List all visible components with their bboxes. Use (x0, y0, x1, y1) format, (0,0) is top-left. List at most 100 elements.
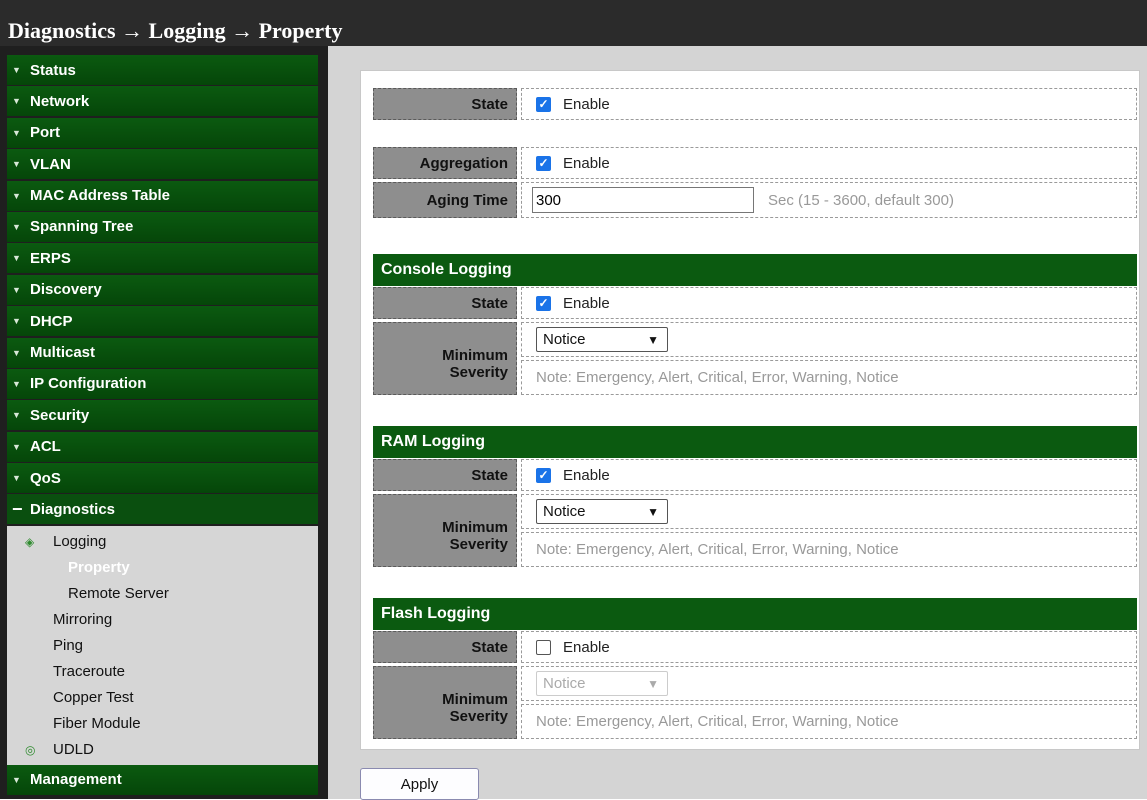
title-bar: Diagnostics → Logging → Property (0, 0, 1147, 46)
state-field: ✓ Enable (521, 88, 1137, 120)
sidebar-subitem-copper-test[interactable]: Copper Test (7, 685, 318, 711)
flash-state-row: State Enable (373, 631, 1137, 663)
chevron-down-icon: ▼ (12, 65, 21, 75)
ram-state-checkbox[interactable]: ✓ (536, 467, 551, 483)
ram-state-row: State ✓ Enable (373, 459, 1137, 491)
collapse-icon: − (12, 498, 23, 519)
aging-time-row: Aging Time Sec (15 - 3600, default 300) (373, 182, 1137, 218)
ram-logging-header: RAM Logging (373, 426, 1137, 458)
page-breadcrumb: Diagnostics → Logging → Property (8, 18, 343, 43)
chevron-down-icon: ▼ (12, 316, 21, 327)
sidebar-item-management[interactable]: ▼ Management (7, 764, 318, 795)
chevron-down-icon: ▼ (647, 504, 659, 519)
chevron-down-icon: ▼ (12, 159, 21, 170)
ram-state-label: State (373, 459, 517, 491)
chevron-down-icon: ▼ (12, 190, 21, 201)
sidebar-item-diagnostics[interactable]: − Diagnostics (7, 494, 318, 525)
chevron-down-icon: ▼ (12, 774, 21, 785)
console-state-field: ✓ Enable (521, 287, 1137, 319)
ram-enable-label: Enable (563, 466, 610, 484)
chevron-down-icon: ▼ (12, 127, 21, 138)
sidebar-subitem-ping[interactable]: Ping (7, 633, 318, 659)
console-enable-label: Enable (563, 294, 610, 312)
flash-state-checkbox[interactable] (536, 639, 551, 655)
chevron-down-icon: ▼ (12, 253, 21, 264)
sidebar-item-mac-address-table[interactable]: ▼ MAC Address Table (7, 180, 318, 211)
flash-state-field: Enable (521, 631, 1137, 663)
sidebar-subitem-traceroute[interactable]: Traceroute (7, 659, 318, 685)
sidebar-item-network[interactable]: ▼ Network (7, 86, 318, 117)
sidebar-item-acl[interactable]: ▼ ACL (7, 431, 318, 462)
main-content: State ✓ Enable Aggregation ✓ Enable Agin… (328, 46, 1147, 800)
aggregation-enable-label: Enable (563, 154, 610, 172)
aggregation-checkbox[interactable]: ✓ (536, 155, 551, 171)
sidebar-item-security[interactable]: ▼ Security (7, 400, 318, 431)
console-severity-row: Minimum Severity Notice ▼ Note: Emergenc… (373, 322, 1137, 395)
diagnostics-submenu: ◈ Logging Property Remote Server Mirrorin… (7, 525, 318, 765)
sidebar-item-spanning-tree[interactable]: ▼ Spanning Tree (7, 211, 318, 242)
aging-time-hint: Sec (15 - 3600, default 300) (768, 191, 954, 209)
folder-closed-icon: ◎ (25, 742, 36, 757)
chevron-down-icon: ▼ (12, 410, 21, 421)
sidebar-item-qos[interactable]: ▼ QoS (7, 463, 318, 494)
flash-logging-header: Flash Logging (373, 598, 1137, 630)
sidebar-item-discovery[interactable]: ▼ Discovery (7, 274, 318, 305)
sidebar-menu: ▼ Status ▼ Network ▼ Port ▼ VLAN ▼ MAC Addres… (7, 55, 318, 796)
chevron-down-icon: ▼ (12, 96, 21, 107)
state-checkbox[interactable]: ✓ (536, 96, 551, 112)
sidebar-subitem-mirroring[interactable]: Mirroring (7, 607, 318, 633)
console-logging-header: Console Logging (373, 254, 1137, 286)
sidebar-subitem-remote-server[interactable]: Remote Server (7, 581, 318, 607)
sidebar-item-multicast[interactable]: ▼ Multicast (7, 337, 318, 368)
flash-enable-label: Enable (563, 638, 610, 656)
sidebar-subitem-udld[interactable]: ◎ UDLD (7, 737, 318, 763)
ram-severity-field: Notice ▼ (521, 494, 1137, 529)
ram-severity-label: Minimum Severity (373, 494, 517, 567)
chevron-down-icon: ▼ (12, 284, 21, 295)
sidebar-item-dhcp[interactable]: ▼ DHCP (7, 306, 318, 337)
console-severity-field: Notice ▼ (521, 322, 1137, 357)
logging-property-panel: State ✓ Enable Aggregation ✓ Enable Agin… (360, 70, 1140, 750)
console-state-label: State (373, 287, 517, 319)
flash-severity-label: Minimum Severity (373, 666, 517, 739)
folder-open-icon: ◈ (25, 534, 35, 549)
chevron-down-icon: ▼ (12, 221, 21, 232)
console-state-row: State ✓ Enable (373, 287, 1137, 319)
sidebar-subitem-fiber-module[interactable]: Fiber Module (7, 711, 318, 737)
state-label: State (373, 88, 517, 120)
flash-severity-field: Notice ▼ (521, 666, 1137, 701)
chevron-down-icon: ▼ (12, 441, 21, 452)
console-severity-note: Note: Emergency, Alert, Critical, Error,… (521, 360, 1137, 395)
aging-time-label: Aging Time (373, 182, 517, 218)
flash-severity-note: Note: Emergency, Alert, Critical, Error,… (521, 704, 1137, 739)
console-severity-select[interactable]: Notice ▼ (536, 327, 668, 352)
console-severity-label: Minimum Severity (373, 322, 517, 395)
flash-severity-select[interactable]: Notice ▼ (536, 671, 668, 696)
aggregation-row: Aggregation ✓ Enable (373, 147, 1137, 179)
state-row: State ✓ Enable (373, 88, 1137, 120)
ram-severity-row: Minimum Severity Notice ▼ Note: Emergenc… (373, 494, 1137, 567)
chevron-down-icon: ▼ (647, 332, 659, 347)
aging-time-input[interactable] (532, 187, 754, 213)
ram-severity-select[interactable]: Notice ▼ (536, 499, 668, 524)
chevron-down-icon: ▼ (647, 676, 659, 691)
apply-button[interactable]: Apply (360, 768, 479, 800)
console-state-checkbox[interactable]: ✓ (536, 295, 551, 311)
chevron-down-icon: ▼ (12, 378, 21, 389)
sidebar-subitem-logging[interactable]: ◈ Logging (7, 529, 318, 555)
chevron-down-icon: ▼ (12, 473, 21, 484)
sidebar-item-ip-configuration[interactable]: ▼ IP Configuration (7, 368, 318, 399)
state-enable-label: Enable (563, 95, 610, 113)
sidebar-item-port[interactable]: ▼ Port (7, 117, 318, 148)
sidebar-item-status[interactable]: ▼ Status (7, 55, 318, 85)
sidebar-item-erps[interactable]: ▼ ERPS (7, 243, 318, 274)
aging-time-field: Sec (15 - 3600, default 300) (521, 182, 1137, 218)
sidebar-subitem-property[interactable]: Property (7, 555, 318, 581)
flash-state-label: State (373, 631, 517, 663)
chevron-down-icon: ▼ (12, 347, 21, 358)
ram-severity-note: Note: Emergency, Alert, Critical, Error,… (521, 532, 1137, 567)
aggregation-label: Aggregation (373, 147, 517, 179)
aggregation-field: ✓ Enable (521, 147, 1137, 179)
ram-state-field: ✓ Enable (521, 459, 1137, 491)
sidebar-item-vlan[interactable]: ▼ VLAN (7, 149, 318, 180)
